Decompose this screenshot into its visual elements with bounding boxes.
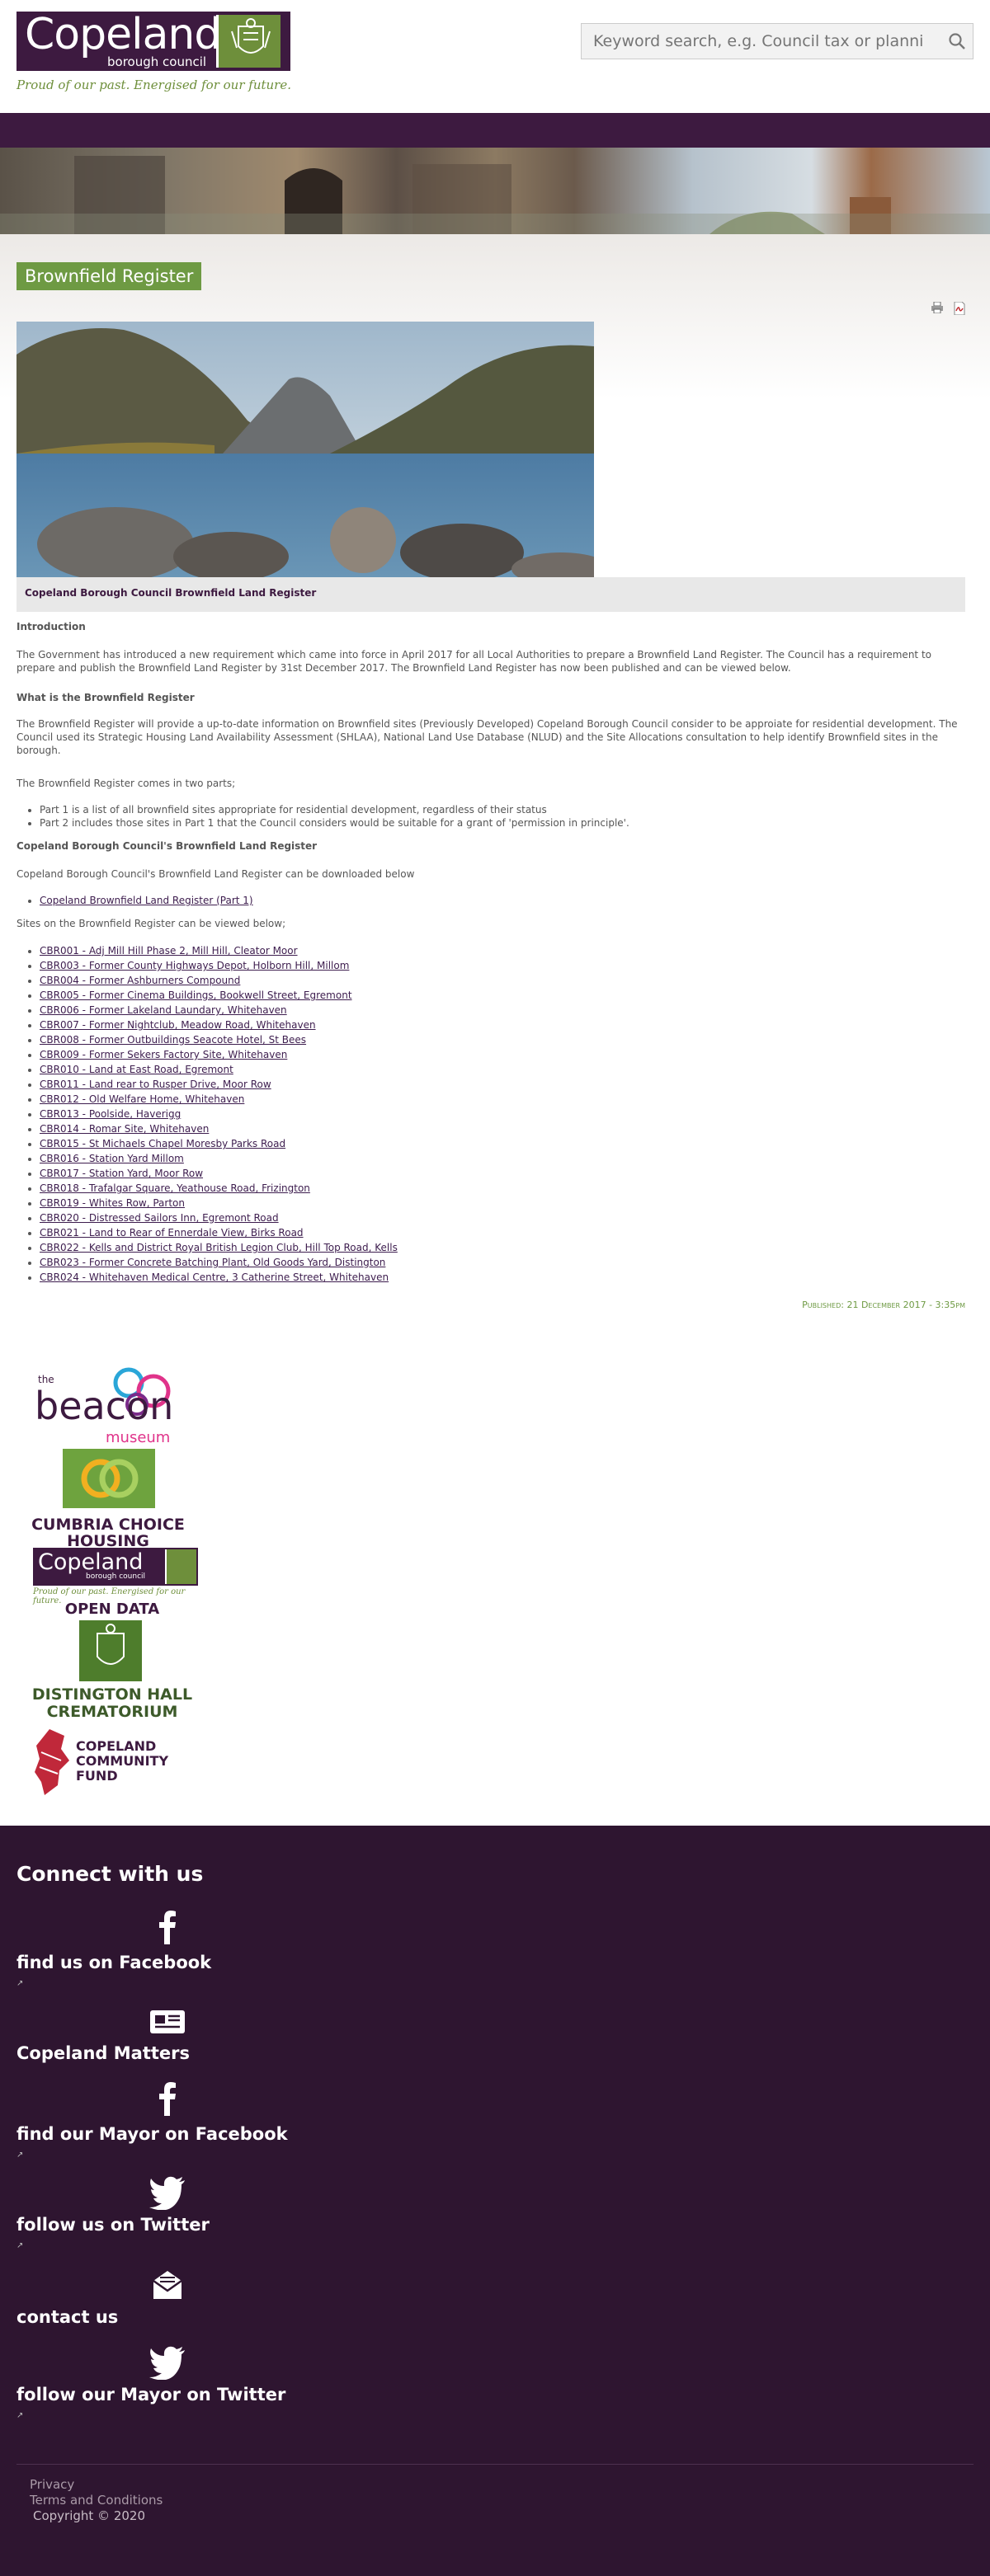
site-link[interactable]: CBR013 - Poolside, Haverigg: [40, 1108, 181, 1120]
site-link[interactable]: CBR023 - Former Concrete Batching Plant,…: [40, 1257, 385, 1268]
site-link[interactable]: CBR001 - Adj Mill Hill Phase 2, Mill Hil…: [40, 945, 298, 957]
site-link[interactable]: CBR012 - Old Welfare Home, Whitehaven: [40, 1093, 244, 1105]
parts-list: Part 1 is a list of all brownfield sites…: [16, 803, 965, 830]
logo-name: Copeland: [25, 10, 221, 59]
site-footer: Connect with us find us on Facebook ↗ Co…: [0, 1826, 990, 2576]
community-fund-map-icon[interactable]: [33, 1728, 71, 1797]
open-data-logo-name: Copeland: [38, 1549, 144, 1575]
external-link-icon: ↗: [16, 1979, 24, 1988]
sites-list: CBR001 - Adj Mill Hill Phase 2, Mill Hil…: [16, 943, 398, 1285]
external-link-icon: ↗: [16, 2151, 24, 2160]
search-icon[interactable]: [948, 32, 966, 50]
footer-divider: [16, 2464, 974, 2465]
site-link[interactable]: CBR015 - St Michaels Chapel Moresby Park…: [40, 1138, 285, 1149]
published-date: Published: 21 December 2017 - 3:35pm: [802, 1300, 965, 1310]
site-link[interactable]: CBR011 - Land rear to Rusper Drive, Moor…: [40, 1079, 271, 1090]
privacy-link[interactable]: Privacy: [30, 2477, 163, 2493]
download-link-part1[interactable]: Copeland Brownfield Land Register (Part …: [40, 895, 253, 906]
distington-hall-text: DISTINGTON HALL CREMATORIUM: [31, 1685, 193, 1721]
what-paragraph: The Brownfield Register will provide a u…: [16, 718, 958, 756]
site-link[interactable]: CBR005 - Former Cinema Buildings, Bookwe…: [40, 990, 352, 1001]
twitter-icon: [149, 2176, 185, 2210]
open-data-logo[interactable]: Copeland borough council: [33, 1548, 198, 1586]
site-link[interactable]: CBR017 - Station Yard, Moor Row: [40, 1168, 203, 1179]
external-link-icon: ↗: [16, 2411, 24, 2420]
copyright-text: Copyright © 2020: [33, 2508, 146, 2523]
site-link[interactable]: CBR006 - Former Lakeland Laundary, White…: [40, 1004, 287, 1016]
site-link[interactable]: CBR024 - Whitehaven Medical Centre, 3 Ca…: [40, 1272, 389, 1283]
terms-link[interactable]: Terms and Conditions: [30, 2493, 163, 2508]
social-label: contact us: [16, 2307, 119, 2327]
tagline: Proud of our past. Energised for our fut…: [16, 78, 291, 92]
facebook-icon: [159, 1911, 176, 1944]
site-link[interactable]: CBR004 - Former Ashburners Compound: [40, 975, 240, 986]
header-banner-image: [0, 148, 990, 234]
cumbria-choice-logo[interactable]: [63, 1449, 155, 1508]
copeland-logo[interactable]: Copeland borough council: [16, 12, 290, 71]
page-tools: [927, 302, 977, 315]
social-label: find our Mayor on Facebook: [16, 2124, 288, 2144]
site-link[interactable]: CBR018 - Trafalgar Square, Yeathouse Roa…: [40, 1182, 310, 1194]
beacon-sub-text: museum: [106, 1429, 170, 1446]
social-label: follow us on Twitter: [16, 2215, 210, 2235]
envelope-icon: [153, 2271, 182, 2299]
intro-paragraph: The Government has introduced a new requ…: [16, 649, 931, 674]
intro-heading: Introduction: [16, 621, 86, 632]
site-link[interactable]: CBR003 - Former County Highways Depot, H…: [40, 960, 349, 971]
list-item: Part 2 includes those sites in Part 1 th…: [40, 816, 965, 830]
hero-image-wastwater: [16, 322, 594, 577]
site-link[interactable]: CBR021 - Land to Rear of Ennerdale View,…: [40, 1227, 304, 1239]
community-fund-text[interactable]: COPELAND COMMUNITY FUND: [76, 1739, 175, 1784]
print-icon[interactable]: [931, 302, 944, 313]
twitter-icon: [149, 2346, 185, 2380]
site-link[interactable]: CBR010 - Land at East Road, Egremont: [40, 1064, 233, 1075]
image-caption: Copeland Borough Council Brownfield Land…: [16, 577, 965, 612]
connect-heading: Connect with us: [16, 1862, 204, 1886]
distington-hall-logo[interactable]: [79, 1620, 142, 1681]
search-input[interactable]: [582, 24, 936, 59]
external-link-icon: ↗: [16, 2241, 24, 2250]
two-parts-text: The Brownfield Register comes in two par…: [16, 778, 236, 789]
site-link[interactable]: CBR020 - Distressed Sailors Inn, Egremon…: [40, 1212, 279, 1224]
logo-subtitle: borough council: [107, 54, 207, 69]
page-title: Brownfield Register: [16, 262, 202, 290]
site-link[interactable]: CBR008 - Former Outbuildings Seacote Hot…: [40, 1034, 306, 1046]
pdf-icon[interactable]: [954, 302, 965, 315]
newspaper-icon: [150, 2010, 185, 2033]
download-text: Copeland Borough Council's Brownfield La…: [16, 868, 415, 880]
site-link[interactable]: CBR014 - Romar Site, Whitehaven: [40, 1123, 209, 1135]
what-heading: What is the Brownfield Register: [16, 692, 195, 703]
list-item: Part 1 is a list of all brownfield sites…: [40, 803, 965, 816]
site-link[interactable]: CBR022 - Kells and District Royal Britis…: [40, 1242, 398, 1253]
site-header: Copeland borough council Proud of our pa…: [0, 0, 990, 113]
site-link[interactable]: CBR019 - Whites Row, Parton: [40, 1197, 185, 1209]
beacon-museum-logo[interactable]: the beacon museum: [30, 1365, 203, 1447]
download-list: Copeland Brownfield Land Register (Part …: [16, 894, 253, 907]
open-data-logo-sub: borough council: [86, 1572, 146, 1581]
social-label: find us on Facebook: [16, 1953, 212, 1972]
crest-icon: [216, 15, 280, 68]
search-box: [581, 23, 974, 59]
site-link[interactable]: CBR016 - Station Yard Millom: [40, 1153, 184, 1164]
social-label: Copeland Matters: [16, 2043, 191, 2063]
footer-links: Privacy Terms and Conditions Copyright ©…: [30, 2477, 163, 2524]
social-label: follow our Mayor on Twitter: [16, 2385, 286, 2404]
crest-icon: [165, 1549, 196, 1584]
open-data-text: OPEN DATA: [64, 1601, 160, 1618]
nav-bar: [0, 113, 990, 148]
facebook-icon: [159, 2082, 176, 2116]
site-link[interactable]: CBR007 - Former Nightclub, Meadow Road, …: [40, 1019, 316, 1031]
sites-text: Sites on the Brownfield Register can be …: [16, 918, 286, 929]
register-heading: Copeland Borough Council's Brownfield La…: [16, 840, 318, 852]
site-link[interactable]: CBR009 - Former Sekers Factory Site, Whi…: [40, 1049, 287, 1060]
beacon-name-text: beacon: [35, 1384, 173, 1428]
cumbria-choice-text: CUMBRIA CHOICE HOUSING: [31, 1516, 185, 1550]
